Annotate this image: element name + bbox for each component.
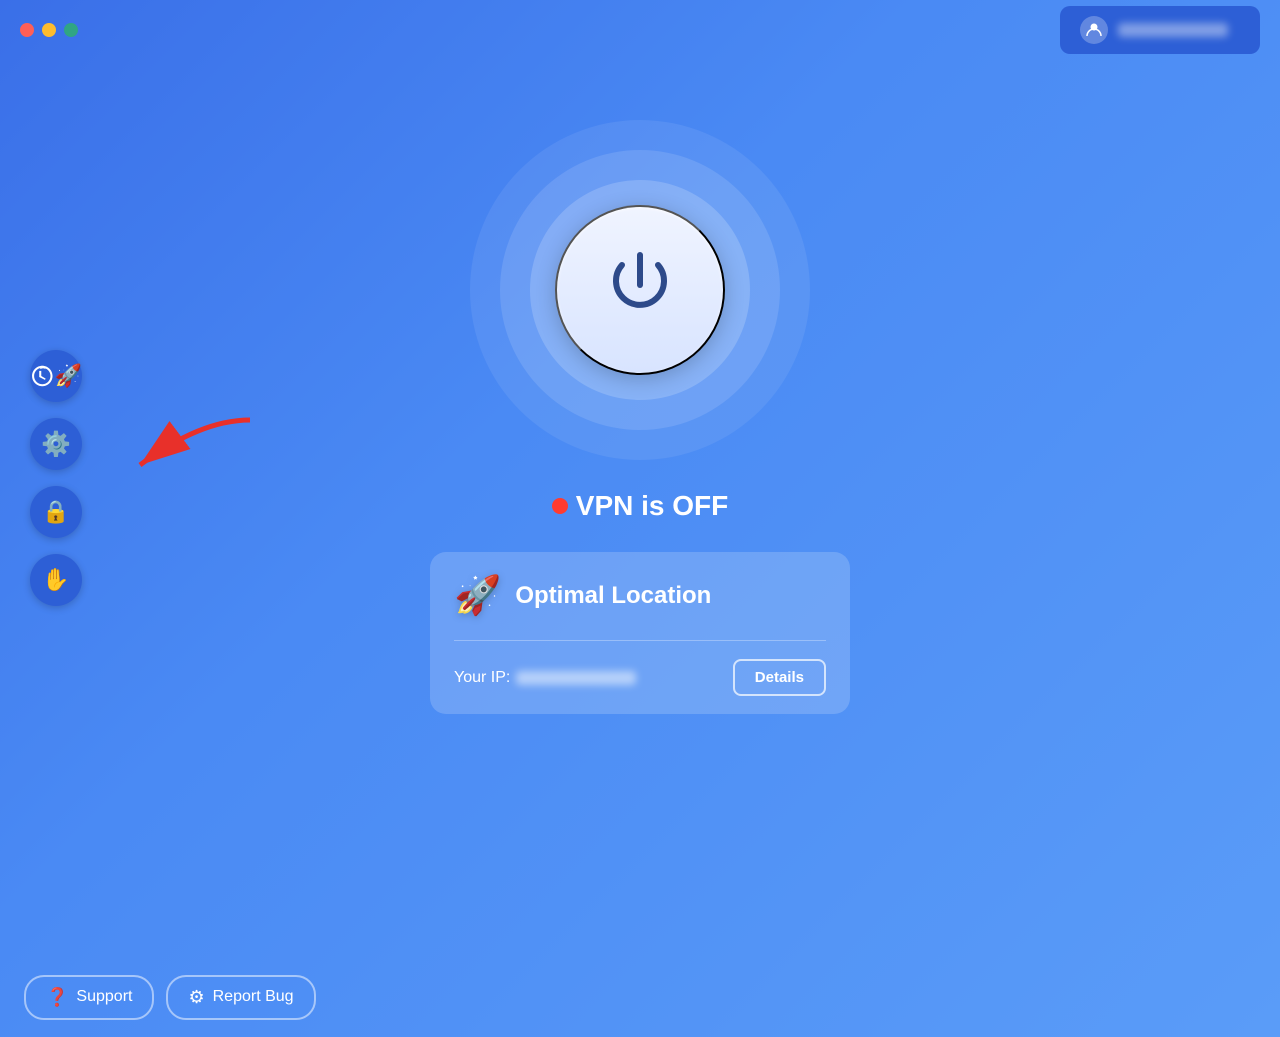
- sidebar: 🚀 ⚙️ 🔒 ✋: [30, 350, 82, 606]
- ip-address-blurred: [516, 671, 636, 685]
- titlebar: [0, 0, 1280, 60]
- status-indicator: [552, 498, 568, 514]
- location-name: Optimal Location: [515, 582, 711, 610]
- support-label: Support: [76, 988, 132, 1006]
- boost-button[interactable]: 🚀: [30, 350, 82, 402]
- power-icon: [600, 245, 680, 336]
- report-bug-button[interactable]: ⚙ Report Bug: [166, 975, 315, 1020]
- main-content: VPN is OFF 🚀 Optimal Location Your IP: D…: [390, 80, 890, 714]
- report-bug-label: Report Bug: [213, 988, 294, 1006]
- details-button[interactable]: Details: [733, 659, 826, 696]
- ip-label: Your IP:: [454, 669, 636, 687]
- settings-button[interactable]: ⚙️: [30, 418, 82, 470]
- vpn-status: VPN is OFF: [552, 490, 728, 522]
- close-button[interactable]: [20, 23, 34, 37]
- report-bug-icon: ⚙: [188, 987, 204, 1008]
- user-avatar: [1080, 16, 1108, 44]
- security-button[interactable]: 🔒: [30, 486, 82, 538]
- vpn-status-text: VPN is OFF: [576, 490, 728, 522]
- optimal-location-icon: 🚀: [454, 574, 501, 618]
- arrow-annotation: [100, 410, 260, 490]
- power-button[interactable]: [555, 205, 725, 375]
- location-header: 🚀 Optimal Location: [430, 552, 850, 640]
- minimize-button[interactable]: [42, 23, 56, 37]
- support-button[interactable]: ❓ Support: [24, 975, 154, 1020]
- blocker-button[interactable]: ✋: [30, 554, 82, 606]
- bottom-bar: ❓ Support ⚙ Report Bug: [0, 957, 1280, 1037]
- traffic-lights: [20, 23, 78, 37]
- user-name-blurred: [1118, 23, 1228, 37]
- power-button-area: [470, 120, 810, 460]
- user-account-button[interactable]: [1060, 6, 1260, 54]
- ip-row: Your IP: Details: [430, 641, 850, 714]
- support-icon: ❓: [46, 987, 68, 1008]
- location-card[interactable]: 🚀 Optimal Location Your IP: Details: [430, 552, 850, 714]
- maximize-button[interactable]: [64, 23, 78, 37]
